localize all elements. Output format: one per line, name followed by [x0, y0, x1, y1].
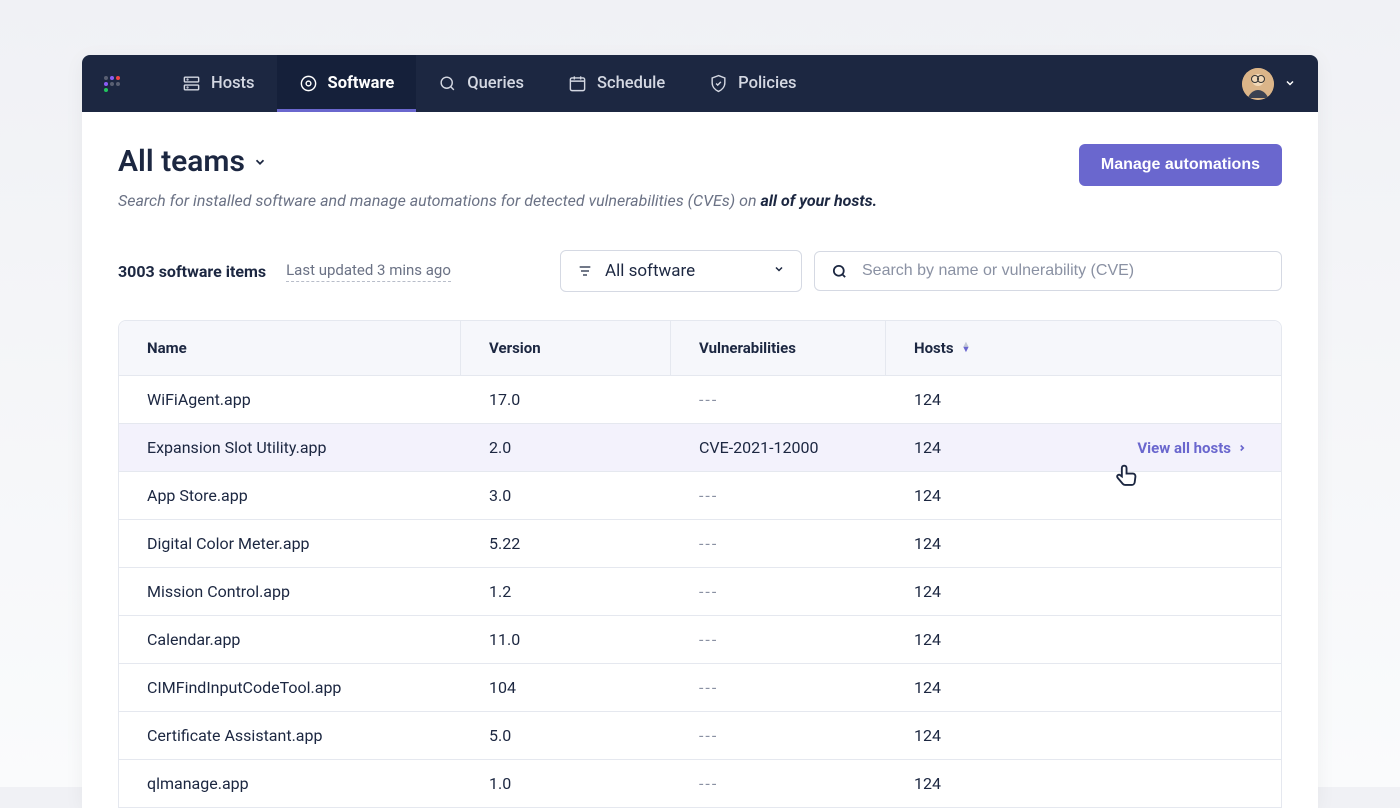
- software-icon: [299, 74, 318, 93]
- cell-name: Calendar.app: [119, 616, 461, 663]
- cell-vuln: CVE-2021-12000: [671, 424, 886, 471]
- cell-hosts: 124: [886, 760, 1281, 807]
- team-selector[interactable]: All teams: [118, 144, 877, 179]
- user-menu[interactable]: [1242, 68, 1296, 100]
- cell-name: Digital Color Meter.app: [119, 520, 461, 567]
- page-subtitle: Search for installed software and manage…: [118, 191, 877, 210]
- cell-version: 11.0: [461, 616, 671, 663]
- cell-name: Mission Control.app: [119, 568, 461, 615]
- chevron-down-icon: [1284, 74, 1296, 93]
- schedule-icon: [568, 74, 587, 93]
- cell-vuln: ---: [671, 664, 886, 711]
- cell-version: 1.2: [461, 568, 671, 615]
- sort-icon: ▲▼: [962, 343, 971, 354]
- cell-hosts: 124: [886, 520, 1281, 567]
- nav-label: Hosts: [211, 74, 255, 93]
- table-header: Name Version Vulnerabilities Hosts ▲▼: [119, 321, 1281, 376]
- table-row[interactable]: Digital Color Meter.app5.22---124: [119, 520, 1281, 568]
- cell-vuln: ---: [671, 760, 886, 807]
- nav-label: Queries: [467, 74, 524, 93]
- hosts-icon: [182, 74, 201, 93]
- policies-icon: [709, 74, 728, 93]
- filter-icon: [577, 263, 593, 279]
- nav-queries[interactable]: Queries: [416, 55, 546, 112]
- chevron-down-icon: [773, 263, 785, 279]
- cell-name: qlmanage.app: [119, 760, 461, 807]
- cell-version: 3.0: [461, 472, 671, 519]
- cell-vuln: ---: [671, 376, 886, 423]
- cell-hosts: 124: [886, 712, 1281, 759]
- cell-name: Expansion Slot Utility.app: [119, 424, 461, 471]
- filter-label: All software: [605, 261, 761, 281]
- cell-vuln: ---: [671, 568, 886, 615]
- cell-version: 5.0: [461, 712, 671, 759]
- cell-version: 1.0: [461, 760, 671, 807]
- view-all-hosts-link[interactable]: View all hosts: [1137, 439, 1247, 457]
- cell-name: Certificate Assistant.app: [119, 712, 461, 759]
- cell-name: App Store.app: [119, 472, 461, 519]
- cell-version: 5.22: [461, 520, 671, 567]
- search-field[interactable]: [814, 251, 1282, 291]
- table-row[interactable]: Calendar.app11.0---124: [119, 616, 1281, 664]
- search-icon: [831, 263, 848, 280]
- last-updated: Last updated 3 mins ago: [286, 261, 451, 282]
- col-vulnerabilities[interactable]: Vulnerabilities: [671, 321, 886, 375]
- cell-vuln: ---: [671, 616, 886, 663]
- nav-label: Policies: [738, 74, 796, 93]
- cell-hosts: 124: [886, 568, 1281, 615]
- cell-hosts: 124: [886, 616, 1281, 663]
- software-table: Name Version Vulnerabilities Hosts ▲▼ Wi…: [118, 320, 1282, 808]
- cell-vuln: ---: [671, 520, 886, 567]
- table-row[interactable]: WiFiAgent.app17.0---124: [119, 376, 1281, 424]
- col-version[interactable]: Version: [461, 321, 671, 375]
- chevron-down-icon: [253, 153, 267, 174]
- table-row[interactable]: qlmanage.app1.0---124: [119, 760, 1281, 807]
- cell-version: 2.0: [461, 424, 671, 471]
- logo-icon: [104, 76, 124, 92]
- cell-vuln: ---: [671, 472, 886, 519]
- queries-icon: [438, 74, 457, 93]
- avatar: [1242, 68, 1274, 100]
- nav-policies[interactable]: Policies: [687, 55, 818, 112]
- cell-vuln: ---: [671, 712, 886, 759]
- table-row[interactable]: CIMFindInputCodeTool.app104---124: [119, 664, 1281, 712]
- cell-version: 104: [461, 664, 671, 711]
- cell-hosts: 124: [886, 664, 1281, 711]
- nav-hosts[interactable]: Hosts: [160, 55, 277, 112]
- search-input[interactable]: [862, 262, 1265, 280]
- team-label: All teams: [118, 144, 245, 179]
- cell-name: WiFiAgent.app: [119, 376, 461, 423]
- col-name[interactable]: Name: [119, 321, 461, 375]
- table-row[interactable]: App Store.app3.0---124: [119, 472, 1281, 520]
- cell-hosts: 124: [886, 376, 1281, 423]
- nav-label: Software: [328, 74, 395, 93]
- software-count: 3003 software items: [118, 262, 266, 281]
- manage-automations-button[interactable]: Manage automations: [1079, 144, 1282, 186]
- col-hosts[interactable]: Hosts ▲▼: [886, 321, 1281, 375]
- nav-software[interactable]: Software: [277, 55, 417, 112]
- software-filter-dropdown[interactable]: All software: [560, 250, 802, 292]
- table-row[interactable]: Expansion Slot Utility.app2.0CVE-2021-12…: [119, 424, 1281, 472]
- cell-hosts: 124View all hosts: [886, 424, 1281, 471]
- table-row[interactable]: Mission Control.app1.2---124: [119, 568, 1281, 616]
- nav-schedule[interactable]: Schedule: [546, 55, 687, 112]
- cell-version: 17.0: [461, 376, 671, 423]
- cell-hosts: 124: [886, 472, 1281, 519]
- navbar: Hosts Software Queries Schedule Policies: [82, 55, 1318, 112]
- cell-name: CIMFindInputCodeTool.app: [119, 664, 461, 711]
- nav-label: Schedule: [597, 74, 665, 93]
- table-row[interactable]: Certificate Assistant.app5.0---124: [119, 712, 1281, 760]
